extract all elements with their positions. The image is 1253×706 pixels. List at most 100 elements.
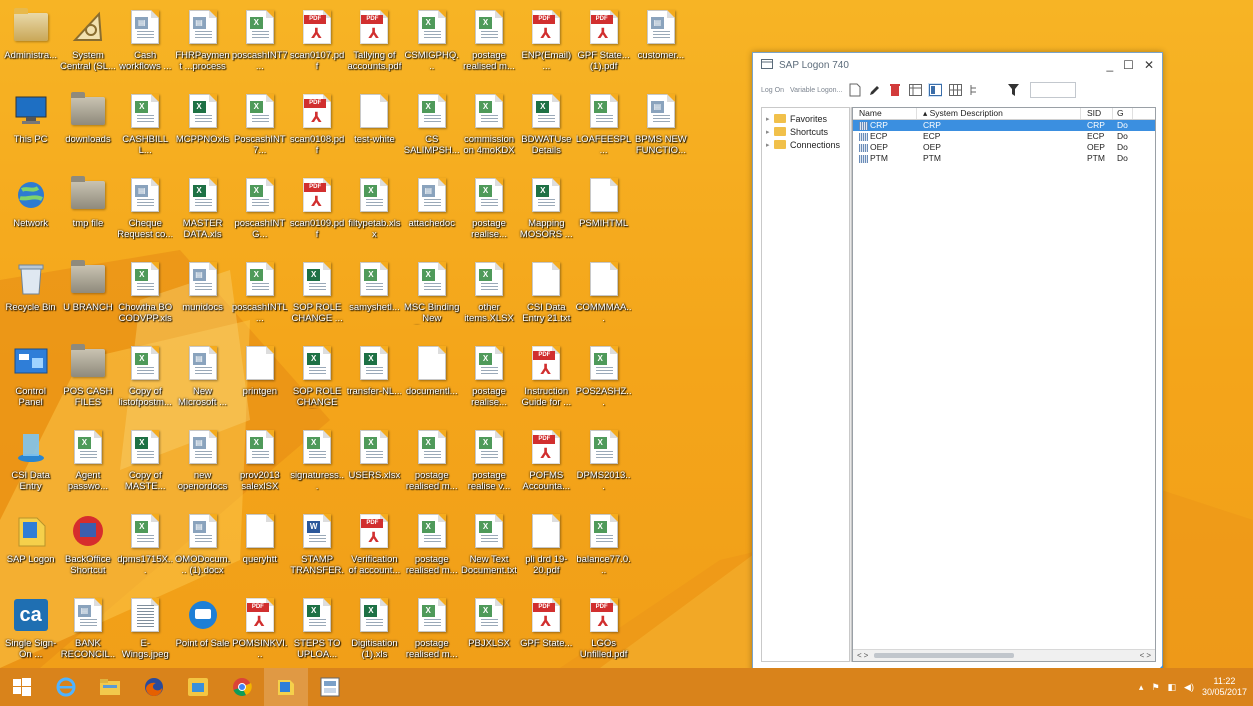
- desktop-icon[interactable]: queryhtt: [231, 508, 288, 592]
- desktop-icon[interactable]: documentl...: [403, 340, 460, 424]
- filter-icon[interactable]: [1006, 83, 1020, 97]
- desktop-icon[interactable]: X MSC Binding New Forma...: [403, 256, 460, 340]
- desktop-icon[interactable]: ▤ OMODocum... (1).docx: [174, 508, 231, 592]
- desktop-icon[interactable]: ▤ new openordocs: [174, 424, 231, 508]
- desktop-icon[interactable]: X DPMS2013...: [575, 424, 632, 508]
- scroll-left-icon-2[interactable]: <: [1140, 651, 1145, 660]
- desktop-icon[interactable]: BackOffice Shortcut: [59, 508, 116, 592]
- desktop-icon[interactable]: Xpostage realised m...: [460, 4, 517, 88]
- desktop-icon[interactable]: XposcashINTG...: [231, 172, 288, 256]
- action-center-flag-icon[interactable]: ⚑: [1151, 682, 1159, 693]
- desktop-icon[interactable]: ▤ munidocs: [174, 256, 231, 340]
- desktop-icon[interactable]: X SOP ROLE CHANGE FI...: [288, 340, 345, 424]
- desktop-icon[interactable]: Recycle Bin: [2, 256, 59, 340]
- desktop-icon[interactable]: ▤ Cheque Request co...: [117, 172, 174, 256]
- desktop-icon[interactable]: Xpostage realised m...: [403, 592, 460, 668]
- desktop-icon[interactable]: PDF ⅄ scan0108.pdf: [288, 88, 345, 172]
- taskbar-firefox[interactable]: [132, 668, 176, 706]
- desktop-icon[interactable]: Xsamyshetl...: [346, 256, 403, 340]
- scroll-left-icon[interactable]: <: [857, 651, 862, 660]
- column-header-name[interactable]: Name: [853, 108, 917, 119]
- taskbar-file-explorer[interactable]: [88, 668, 132, 706]
- desktop-icon[interactable]: Xpostage realise v...: [460, 424, 517, 508]
- column-header-group[interactable]: G: [1113, 108, 1133, 119]
- new-entry-icon[interactable]: [848, 83, 862, 97]
- desktop-icon[interactable]: Xfiltypetab.xlsx: [346, 172, 403, 256]
- desktop-icon[interactable]: U BRANCH: [59, 256, 116, 340]
- variable-logon-button[interactable]: Variable Logon...: [790, 87, 842, 94]
- edit-pencil-icon[interactable]: [868, 83, 882, 97]
- column-header-description[interactable]: ▴ System Description: [917, 108, 1081, 119]
- taskbar-chrome[interactable]: [220, 668, 264, 706]
- desktop-icon[interactable]: PDF ⅄ scan0107.pdf: [288, 4, 345, 88]
- desktop-icon[interactable]: X LOAFEESPL...: [575, 88, 632, 172]
- connection-row-oep[interactable]: OEP OEP OEP Do: [853, 142, 1155, 153]
- desktop-icon[interactable]: Point of Sale: [174, 592, 231, 668]
- desktop-icon[interactable]: X PoscashINT7...: [231, 88, 288, 172]
- desktop-icon[interactable]: Xpostage realised m...: [403, 508, 460, 592]
- desktop-icon[interactable]: ▤ attachedoc: [403, 172, 460, 256]
- tree-item-shortcuts[interactable]: ▸ Shortcuts: [762, 125, 849, 138]
- desktop-icon[interactable]: PDF ⅄ Verification of account...: [346, 508, 403, 592]
- clock[interactable]: 11:22 30/05/2017: [1202, 676, 1247, 698]
- desktop-icon[interactable]: Xcommission on 4moKDX: [460, 88, 517, 172]
- desktop-icon[interactable]: E-Wings.jpeg: [117, 592, 174, 668]
- desktop-icon[interactable]: Xpostage realise...: [460, 340, 517, 424]
- desktop-icon[interactable]: PDF ⅄ GPF State... (1).pdf: [575, 4, 632, 88]
- tree-item-connections[interactable]: ▸ Connections: [762, 138, 849, 151]
- desktop-icon[interactable]: pli drd 19-20.pdf: [518, 508, 575, 592]
- minimize-icon[interactable]: _: [1106, 58, 1113, 72]
- desktop-icon[interactable]: X New Text Document.txt: [460, 508, 517, 592]
- desktop-icon[interactable]: X MASTER DATA.xls: [174, 172, 231, 256]
- desktop-icon[interactable]: X BDWATUse Details: [518, 88, 575, 172]
- desktop-icon[interactable]: X PBJXLSX: [460, 592, 517, 668]
- desktop-icon[interactable]: ▤ New Microsoft ...: [174, 340, 231, 424]
- desktop-icon[interactable]: tmp file: [59, 172, 116, 256]
- desktop-icon[interactable]: Control Panel: [2, 340, 59, 424]
- desktop-icon[interactable]: ▤ customer...: [632, 4, 689, 88]
- desktop-icon[interactable]: X CS SALIMPSH...: [403, 88, 460, 172]
- scroll-right-icon[interactable]: >: [864, 651, 869, 660]
- desktop-icon[interactable]: ▤ FHRPayment ...process: [174, 4, 231, 88]
- desktop-icon[interactable]: CSI Data Entry: [2, 424, 59, 508]
- desktop-icon[interactable]: This PC: [2, 88, 59, 172]
- desktop-icon[interactable]: Administra...: [2, 4, 59, 88]
- desktop-icon[interactable]: PDF ⅄ POMSINKVI...: [231, 592, 288, 668]
- desktop-icon[interactable]: X USERS.xlsx: [346, 424, 403, 508]
- expand-arrow-icon[interactable]: ▸: [766, 141, 774, 149]
- desktop-icon[interactable]: X Copy of listofpostm...: [117, 340, 174, 424]
- desktop-icon[interactable]: PDF ⅄ POFMS Accounta...: [518, 424, 575, 508]
- desktop-icon[interactable]: Xdpms1715X...: [117, 508, 174, 592]
- desktop-icon[interactable]: Xbalance77.0...: [575, 508, 632, 592]
- desktop-icon[interactable]: X Agent passwo...: [59, 424, 116, 508]
- scrollbar-thumb[interactable]: [874, 653, 1015, 658]
- desktop-icon[interactable]: PDF ⅄ Tallying of accounts.pdf: [346, 4, 403, 88]
- desktop-icon[interactable]: X SOP ROLE CHANGE ...: [288, 256, 345, 340]
- desktop-icon[interactable]: X CASHBILL L...: [117, 88, 174, 172]
- desktop-icon[interactable]: ▤ BANK RECONCIL...: [59, 592, 116, 668]
- desktop-icon[interactable]: X CSMIGPHQ...: [403, 4, 460, 88]
- start-button[interactable]: [0, 668, 44, 706]
- desktop-icon[interactable]: ca Single Sign-On ...: [2, 592, 59, 668]
- explorer-view-icon[interactable]: [928, 83, 943, 97]
- horizontal-scrollbar[interactable]: < > < >: [853, 649, 1155, 661]
- desktop-icon[interactable]: PDF ⅄ GPF State...: [518, 592, 575, 668]
- desktop-icon[interactable]: PDF ⅄ Instruction Guide for ...: [518, 340, 575, 424]
- grid-view-icon[interactable]: [948, 83, 962, 97]
- desktop-icon[interactable]: W STAMP TRANSFER...: [288, 508, 345, 592]
- close-icon[interactable]: ✕: [1144, 58, 1154, 72]
- desktop-icon[interactable]: X Digitisation (1).xls: [346, 592, 403, 668]
- desktop-icon[interactable]: Xsignaturess...: [288, 424, 345, 508]
- desktop-icon[interactable]: X Mapping MOSORS ...: [518, 172, 575, 256]
- taskbar-pos-app[interactable]: [308, 668, 352, 706]
- desktop-icon[interactable]: COMMMAA...: [575, 256, 632, 340]
- desktop-icon[interactable]: PSMIHTML: [575, 172, 632, 256]
- desktop-icon[interactable]: PDF ⅄ LGOs Unfilled.pdf: [575, 592, 632, 668]
- connection-row-ecp[interactable]: ECP ECP ECP Do: [853, 131, 1155, 142]
- desktop-icon[interactable]: Xother items.XLSX: [460, 256, 517, 340]
- desktop-icon[interactable]: ▤ Cash workflows ...: [117, 4, 174, 88]
- desktop-icon[interactable]: X Chowtha BO CODVPP.xlsx: [117, 256, 174, 340]
- scroll-right-icon-2[interactable]: >: [1146, 651, 1151, 660]
- desktop-icon[interactable]: Xpostage realised m...: [403, 424, 460, 508]
- desktop-icon[interactable]: X Copy of MASTE...: [117, 424, 174, 508]
